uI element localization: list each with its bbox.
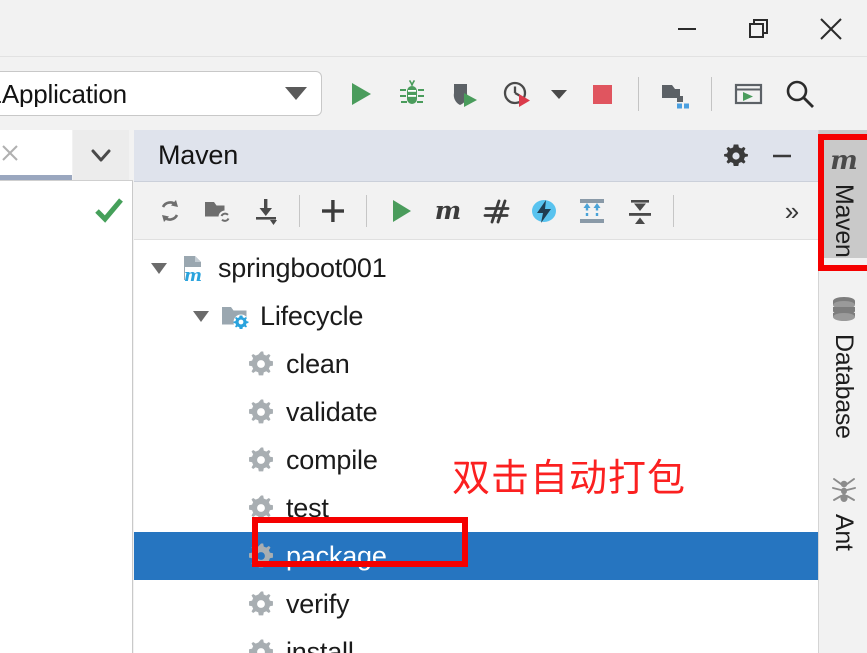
tree-row-label: test (286, 492, 329, 523)
tree-row-label: validate (286, 396, 378, 427)
expand-all-button[interactable] (568, 182, 616, 240)
goal-gear-icon (244, 628, 278, 653)
chevron-down-icon[interactable] (184, 292, 218, 340)
tree-row-label: package (286, 540, 387, 571)
goal-gear-icon (244, 532, 278, 580)
generate-sources-button[interactable] (194, 182, 242, 240)
right-tool-window-rail: m Maven Database Ant (818, 130, 867, 653)
database-icon (828, 290, 860, 330)
tab-list-button[interactable] (73, 130, 129, 180)
maven-project-icon: m (176, 244, 210, 292)
run-action-buttons (334, 57, 826, 130)
rail-tab-database[interactable]: Database (819, 280, 867, 439)
tree-row[interactable]: clean (134, 340, 818, 388)
run-maven-build-button[interactable] (376, 182, 424, 240)
maven-projects-tree: m springboot001 Lifecycle clean validate… (134, 240, 818, 653)
toggle-offline-mode-button[interactable] (520, 182, 568, 240)
editor-tab-strip: va (0, 130, 133, 181)
tree-row-label: install (286, 636, 354, 653)
toolbar-overflow-button[interactable]: » (766, 182, 818, 240)
run-with-coverage-button[interactable] (438, 57, 490, 130)
close-icon[interactable] (0, 141, 22, 170)
lifecycle-folder-icon (218, 292, 252, 340)
svg-text:m: m (435, 196, 461, 225)
toolbar-separator (299, 194, 300, 227)
toolbar-separator (366, 194, 367, 227)
terminal-button[interactable] (722, 57, 774, 130)
maven-header-actions (714, 134, 818, 178)
run-toolbar: gboot001Application (0, 57, 867, 130)
svg-text:m: m (184, 266, 202, 284)
minimize-button[interactable] (651, 0, 723, 57)
restore-button[interactable] (723, 0, 795, 57)
tree-row-label: Lifecycle (260, 300, 364, 331)
close-button[interactable] (795, 0, 867, 57)
add-maven-project-button[interactable] (309, 182, 357, 240)
goal-gear-icon (244, 484, 278, 532)
tree-row[interactable]: validate (134, 388, 818, 436)
run-button[interactable] (334, 57, 386, 130)
run-configuration-selector[interactable]: gboot001Application (0, 71, 322, 116)
rail-spacer (819, 258, 867, 280)
reload-all-projects-button[interactable] (146, 182, 194, 240)
project-structure-button[interactable] (649, 57, 701, 130)
tree-row[interactable]: install (134, 628, 818, 653)
tree-row[interactable]: Lifecycle (134, 292, 818, 340)
window-controls (651, 0, 867, 57)
toolbar-separator (673, 194, 674, 227)
tree-row[interactable]: verify (134, 580, 818, 628)
active-tab-underline (0, 175, 72, 180)
profile-dropdown-button[interactable] (542, 57, 576, 130)
tree-row[interactable]: m springboot001 (134, 244, 818, 292)
collapse-all-button[interactable] (616, 182, 664, 240)
rail-tab-label: Ant (830, 514, 858, 551)
hide-panel-button[interactable] (760, 134, 804, 178)
annotation-text: 双击自动打包 (452, 456, 687, 500)
goal-gear-icon (244, 340, 278, 388)
tree-row-label: compile (286, 444, 378, 475)
goal-gear-icon (244, 388, 278, 436)
tree-row-package-selected[interactable]: package (134, 532, 818, 580)
editor-tab-java-file[interactable]: va (0, 130, 72, 180)
maven-panel-title: Maven (158, 140, 239, 170)
rail-tab-label: Database (830, 333, 858, 439)
maven-tool-window-header: Maven (134, 130, 818, 182)
stop-button[interactable] (576, 57, 628, 130)
rail-tab-label: Maven (830, 184, 858, 258)
m-letter-icon: m (827, 140, 861, 180)
tree-row-label: clean (286, 348, 350, 379)
rail-tab-ant[interactable]: Ant (819, 460, 867, 551)
maven-toolbar: m » (134, 182, 818, 240)
svg-text:m: m (830, 146, 858, 175)
editor-area[interactable] (0, 181, 133, 653)
debug-button[interactable] (386, 57, 438, 130)
profile-button[interactable] (490, 57, 542, 130)
goal-gear-icon (244, 580, 278, 628)
search-everywhere-button[interactable] (774, 57, 826, 130)
title-bar (0, 0, 867, 57)
gear-icon[interactable] (714, 134, 758, 178)
toolbar-separator (638, 76, 639, 111)
toolbar-separator (711, 76, 712, 111)
goal-gear-icon (244, 436, 278, 484)
chevron-down-icon[interactable] (142, 244, 176, 292)
execute-maven-goal-button[interactable]: m (424, 182, 472, 240)
tree-row-label: verify (286, 588, 350, 619)
inspection-ok-icon (91, 191, 127, 232)
ant-icon (829, 470, 859, 510)
intellij-window: gboot001Application (0, 0, 867, 653)
tree-row-label: springboot001 (218, 252, 387, 283)
download-sources-button[interactable] (242, 182, 290, 240)
rail-tab-maven[interactable]: m Maven (819, 130, 867, 258)
chevron-down-icon (285, 87, 307, 100)
rail-spacer (819, 438, 867, 460)
toggle-skip-tests-button[interactable] (472, 182, 520, 240)
maven-tool-window: Maven m » m springboot001 Lifecycle clea… (134, 130, 818, 653)
run-configuration-label: gboot001Application (0, 80, 127, 107)
